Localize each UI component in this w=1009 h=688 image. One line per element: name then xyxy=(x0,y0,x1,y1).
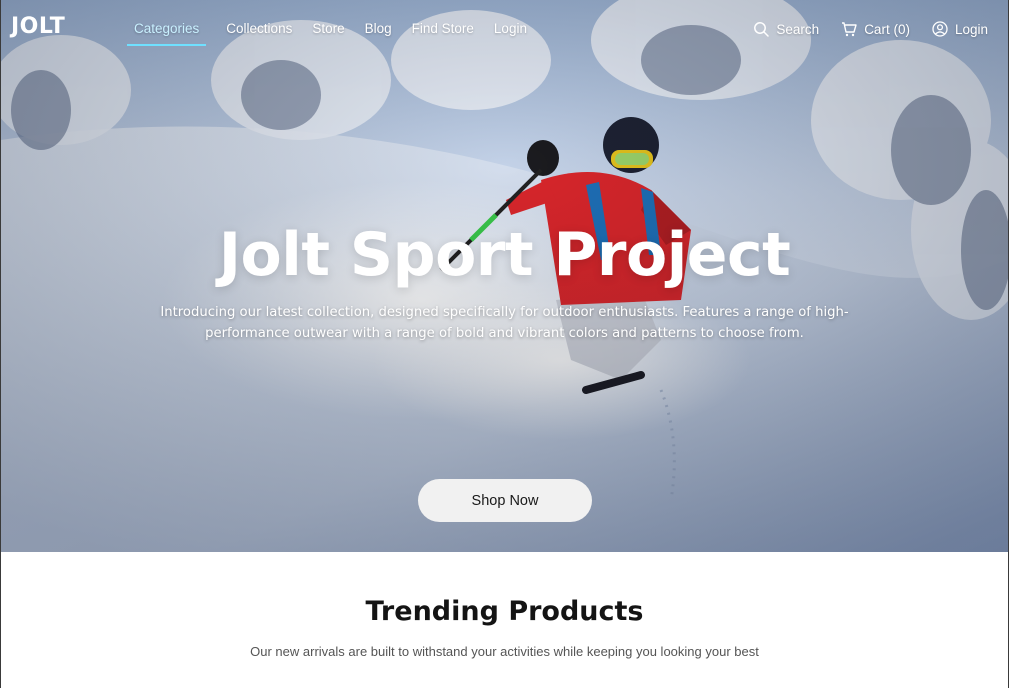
trending-products-heading: Trending Products xyxy=(365,596,644,627)
nav-link-store[interactable]: Store xyxy=(312,14,344,44)
nav-link-find-store[interactable]: Find Store xyxy=(412,14,474,44)
cart-button[interactable]: Cart (0) xyxy=(841,21,910,37)
page: JOLT Categories Collections Store Blog F… xyxy=(0,0,1009,688)
brand-logo[interactable]: JOLT xyxy=(11,14,65,39)
nav-links: Categories Collections Store Blog Find S… xyxy=(127,0,547,58)
nav-link-blog[interactable]: Blog xyxy=(365,14,392,44)
hero-banner: JOLT Categories Collections Store Blog F… xyxy=(1,0,1008,552)
nav-actions: Search Cart (0) Login xyxy=(731,0,988,58)
cart-label: Cart (0) xyxy=(864,21,910,37)
hero-title: Jolt Sport Project xyxy=(218,220,791,290)
hero-subtitle: Introducing our latest collection, desig… xyxy=(160,305,849,341)
search-button[interactable]: Search xyxy=(753,21,819,37)
nav-link-collections[interactable]: Collections xyxy=(226,14,292,44)
top-navigation: JOLT Categories Collections Store Blog F… xyxy=(1,0,1008,58)
nav-link-login[interactable]: Login xyxy=(494,14,527,44)
account-login-button[interactable]: Login xyxy=(932,21,988,37)
nav-link-categories[interactable]: Categories xyxy=(127,14,207,46)
search-icon xyxy=(753,21,770,37)
user-circle-icon xyxy=(932,21,948,37)
cart-icon xyxy=(841,21,857,37)
account-login-label: Login xyxy=(954,21,988,37)
shop-now-button[interactable]: Shop Now xyxy=(418,479,592,522)
trending-products-subtitle: Our new arrivals are built to withstand … xyxy=(250,644,759,659)
search-label: Search xyxy=(776,21,820,37)
